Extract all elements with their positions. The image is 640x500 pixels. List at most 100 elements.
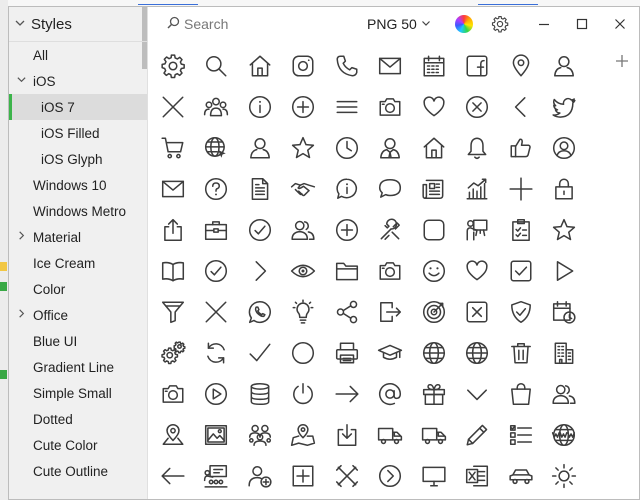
sidebar-item-blue-ui[interactable]: Blue UI [9,328,147,354]
checkmark-icon[interactable] [238,332,282,373]
close-x-icon[interactable] [195,291,239,332]
checklist-icon[interactable] [499,209,543,250]
twitter-icon[interactable] [543,86,587,127]
picture-icon[interactable] [195,414,239,455]
download-icon[interactable] [325,414,369,455]
home-icon[interactable] [238,45,282,86]
arrow-right-icon[interactable] [325,373,369,414]
sidebar-item-ice-cream[interactable]: Ice Cream [9,250,147,276]
sidebar-item-material[interactable]: Material [9,224,147,250]
user-circle-icon[interactable] [543,127,587,168]
tools-icon[interactable] [369,209,413,250]
settings-gear-icon[interactable] [491,15,509,33]
map-pin-icon[interactable] [151,414,195,455]
chevron-right-icon[interactable] [9,230,33,244]
sidebar-item-simple-small[interactable]: Simple Small [9,380,147,406]
sidebar-header[interactable]: Styles [9,7,147,42]
classroom-icon[interactable] [195,455,239,496]
circle-icon[interactable] [282,332,326,373]
search-box[interactable]: Search [167,16,337,32]
sun-icon[interactable] [543,455,587,496]
close-box-icon[interactable] [456,291,500,332]
sidebar-item-ios[interactable]: iOS [9,68,147,94]
bulb-icon[interactable] [282,291,326,332]
cancel-circle-icon[interactable] [456,86,500,127]
search-icon[interactable] [195,45,239,86]
car-icon[interactable] [499,455,543,496]
share-nodes-icon[interactable] [325,291,369,332]
users-icon[interactable] [543,373,587,414]
bar-chart-icon[interactable] [456,168,500,209]
logout-icon[interactable] [369,291,413,332]
add-collection-button[interactable] [615,51,629,74]
plus-icon[interactable] [499,168,543,209]
home-icon[interactable] [412,127,456,168]
info-bubble-icon[interactable] [325,168,369,209]
star-icon[interactable] [282,127,326,168]
at-icon[interactable] [369,373,413,414]
team-icon[interactable] [238,414,282,455]
camera-icon[interactable] [369,86,413,127]
sidebar-item-windows-metro[interactable]: Windows Metro [9,198,147,224]
format-dropdown[interactable]: PNG 50 [367,16,431,32]
camera-icon[interactable] [369,250,413,291]
help-icon[interactable] [195,168,239,209]
cross-tools-icon[interactable] [325,455,369,496]
checkmark-circle-icon[interactable] [238,209,282,250]
close-x-icon[interactable] [151,86,195,127]
chat-icon[interactable] [369,168,413,209]
sidebar-item-office[interactable]: Office [9,302,147,328]
newspaper-icon[interactable] [412,168,456,209]
close-button[interactable] [601,7,639,41]
whatsapp-icon[interactable] [238,291,282,332]
sidebar-item-ios-glyph[interactable]: iOS Glyph [9,146,147,172]
monitor-icon[interactable] [412,455,456,496]
map-location-icon[interactable] [282,414,326,455]
menu-icon[interactable] [325,86,369,127]
clock-icon[interactable] [325,127,369,168]
share-icon[interactable] [151,209,195,250]
sidebar-item-color[interactable]: Color [9,276,147,302]
book-icon[interactable] [151,250,195,291]
chevron-right-icon[interactable] [238,250,282,291]
group-icon[interactable] [195,86,239,127]
calendar-icon[interactable] [412,45,456,86]
sidebar-item-windows-10[interactable]: Windows 10 [9,172,147,198]
user-icon[interactable] [238,127,282,168]
sidebar-item-gradient-line[interactable]: Gradient Line [9,354,147,380]
database-icon[interactable] [238,373,282,414]
heart-icon[interactable] [412,86,456,127]
folder-icon[interactable] [325,250,369,291]
gear-icon[interactable] [151,45,195,86]
bell-icon[interactable] [456,127,500,168]
cart-icon[interactable] [151,127,195,168]
sidebar-item-cute-color[interactable]: Cute Color [9,432,147,458]
checkbox-icon[interactable] [499,250,543,291]
lock-icon[interactable] [543,168,587,209]
info-icon[interactable] [238,86,282,127]
briefcase-icon[interactable] [195,209,239,250]
mail-icon[interactable] [151,168,195,209]
plus-circle-icon[interactable] [325,209,369,250]
chevron-right-circle-icon[interactable] [369,455,413,496]
star-icon[interactable] [543,209,587,250]
refresh-icon[interactable] [195,332,239,373]
excel-icon[interactable] [456,455,500,496]
building-icon[interactable] [543,332,587,373]
mail-icon[interactable] [369,45,413,86]
chevron-down-icon[interactable] [456,373,500,414]
pencil-icon[interactable] [456,414,500,455]
location-pin-icon[interactable] [499,45,543,86]
filter-icon[interactable] [151,291,195,332]
chevron-right-icon[interactable] [9,308,33,322]
sidebar-item-cute-outline[interactable]: Cute Outline [9,458,147,484]
color-picker-icon[interactable] [454,15,473,33]
power-icon[interactable] [282,373,326,414]
checkmark-circle-icon[interactable] [195,250,239,291]
trash-icon[interactable] [499,332,543,373]
sidebar-item-all[interactable]: All [9,42,147,68]
handshake-icon[interactable] [282,168,326,209]
arrow-left-icon[interactable] [151,455,195,496]
globe-icon[interactable] [412,332,456,373]
graduation-cap-icon[interactable] [369,332,413,373]
